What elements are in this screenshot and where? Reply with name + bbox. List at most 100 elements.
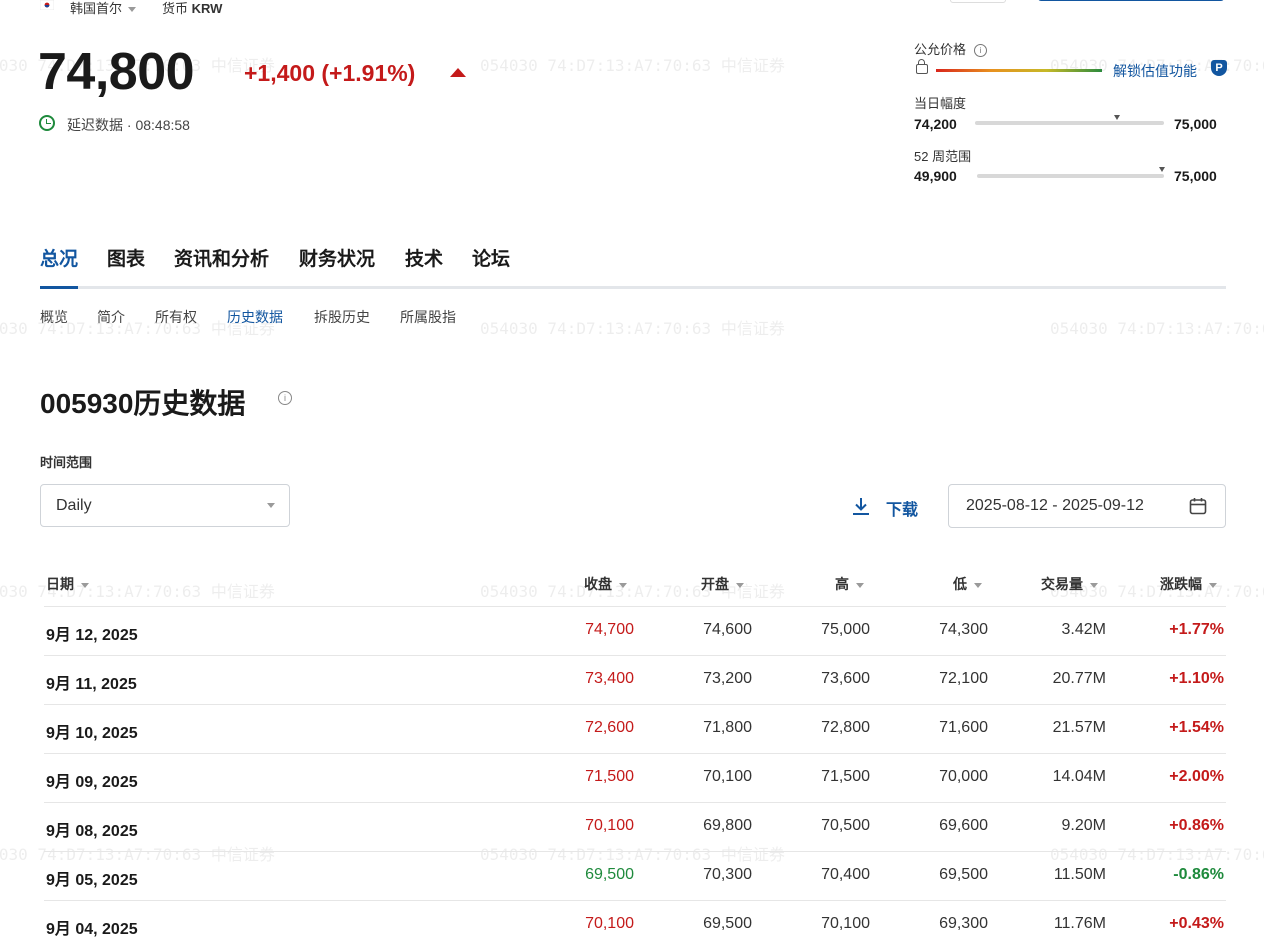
table-cell-date: 9月 10, 2025 <box>46 725 138 742</box>
table-cell-close: 69,500 <box>585 866 634 883</box>
tab-financials[interactable]: 财务状况 <box>299 244 375 271</box>
column-header-label: 日期 <box>46 576 74 592</box>
table-cell-open: 73,200 <box>703 670 752 687</box>
column-header-label: 收盘 <box>584 576 612 592</box>
table-cell-close: 70,100 <box>585 915 634 932</box>
page-title: 005930历史数据 <box>40 388 246 419</box>
table-cell-change: +2.00% <box>1169 768 1224 785</box>
unlock-valuation-link[interactable]: 解锁估值功能 <box>1113 61 1197 81</box>
sort-icon <box>1209 582 1217 588</box>
watermark-text: 054030 74:D7:13:A7:70:63 中信证券 <box>480 845 785 864</box>
sort-icon <box>1090 582 1098 588</box>
watermark-text: 054030 74:D7:13:A7:70:63 中信证券 <box>0 845 275 864</box>
row-divider <box>44 655 1226 656</box>
currency-value: KRW <box>191 1 223 16</box>
table-cell-low: 69,600 <box>939 817 988 834</box>
subtab-historical-data[interactable]: 历史数据 <box>227 307 283 327</box>
delay-timestamp: 延迟数据 · 08:48:58 <box>67 117 190 133</box>
watermark-text: 054030 74:D7:13:A7:70:63 中信证券 <box>480 319 785 338</box>
price-change: +1,400 (+1.91%) <box>244 60 416 86</box>
subtab-ownership[interactable]: 所有权 <box>155 307 197 327</box>
column-header-date[interactable]: 日期 <box>46 574 89 594</box>
watermark-text: 054030 74:D7:13:A7:70:63 中信证券 <box>1050 845 1264 864</box>
column-header-low[interactable]: 低 <box>953 574 982 594</box>
day-range-marker <box>1113 115 1120 120</box>
chevron-down-icon <box>128 7 137 13</box>
table-cell-change: +1.54% <box>1169 719 1224 736</box>
table-cell-change: -0.86% <box>1173 866 1224 883</box>
subtab-indices[interactable]: 所属股指 <box>400 307 456 327</box>
column-header-change[interactable]: 涨跌幅 <box>1160 574 1217 594</box>
download-icon[interactable] <box>851 496 871 516</box>
sort-icon <box>736 582 744 588</box>
day-range-track <box>975 121 1164 125</box>
watermark-text: 054030 74:D7:13:A7:70:63 中信证券 <box>0 582 275 601</box>
row-divider <box>44 900 1226 901</box>
table-cell-low: 70,000 <box>939 768 988 785</box>
column-header-label: 交易量 <box>1041 576 1083 592</box>
tab-technical[interactable]: 技术 <box>405 244 443 271</box>
date-range-value: 2025-08-12 - 2025-09-12 <box>966 497 1144 514</box>
table-cell-low: 69,300 <box>939 915 988 932</box>
info-icon[interactable]: i <box>974 44 988 58</box>
table-cell-low: 74,300 <box>939 621 988 638</box>
table-cell-change: +0.43% <box>1169 915 1224 932</box>
week52-range-high: 75,000 <box>1174 168 1217 184</box>
column-header-label: 涨跌幅 <box>1160 576 1202 592</box>
tab-overview[interactable]: 总况 <box>40 244 78 271</box>
download-button[interactable]: 下载 <box>886 496 918 520</box>
subtab-profile[interactable]: 简介 <box>97 307 125 327</box>
day-range-high: 75,000 <box>1174 116 1217 132</box>
table-cell-volume: 14.04M <box>1052 768 1106 785</box>
sort-icon <box>81 582 89 588</box>
up-arrow-icon <box>450 68 466 77</box>
info-icon[interactable]: i <box>278 391 292 405</box>
watermark-text: 054030 74:D7:13:A7:70:63 中信证券 <box>1050 319 1264 338</box>
tab-forum[interactable]: 论坛 <box>472 244 510 271</box>
column-header-volume[interactable]: 交易量 <box>1041 574 1098 594</box>
sort-icon <box>619 582 627 588</box>
table-cell-change: +1.77% <box>1169 621 1224 638</box>
row-divider <box>44 851 1226 852</box>
exchange-selector[interactable]: 韩国首尔 <box>70 0 137 17</box>
table-cell-low: 69,500 <box>939 866 988 883</box>
pro-badge-icon: P <box>1211 60 1227 76</box>
column-header-high[interactable]: 高 <box>835 574 864 594</box>
table-cell-volume: 11.76M <box>1053 915 1106 932</box>
subtab-split-history[interactable]: 拆股历史 <box>314 307 370 327</box>
table-cell-open: 70,300 <box>703 866 752 883</box>
week52-range-low: 49,900 <box>914 168 957 184</box>
tab-news-analysis[interactable]: 资讯和分析 <box>174 244 269 271</box>
tab-chart[interactable]: 图表 <box>107 244 145 271</box>
table-cell-open: 69,500 <box>703 915 752 932</box>
fair-value-heading: 公允价格 i <box>914 39 988 58</box>
time-range-value: Daily <box>56 497 92 514</box>
table-cell-open: 69,800 <box>703 817 752 834</box>
table-cell-high: 70,100 <box>821 915 870 932</box>
top-action-button[interactable] <box>950 0 1006 3</box>
calendar-icon[interactable] <box>1189 497 1207 515</box>
table-cell-close: 73,400 <box>585 670 634 687</box>
row-divider <box>44 606 1226 607</box>
column-header-label: 低 <box>953 576 967 592</box>
column-header-close[interactable]: 收盘 <box>584 574 627 594</box>
chevron-down-icon <box>267 503 275 508</box>
table-cell-open: 70,100 <box>703 768 752 785</box>
row-divider <box>44 753 1226 754</box>
top-primary-button[interactable] <box>1038 0 1224 1</box>
table-cell-date: 9月 11, 2025 <box>46 676 137 693</box>
table-cell-close: 74,700 <box>585 621 634 638</box>
currency-label: 货币 <box>162 1 189 16</box>
subtab-summary[interactable]: 概览 <box>40 307 68 327</box>
table-cell-volume: 3.42M <box>1061 621 1106 638</box>
column-header-open[interactable]: 开盘 <box>701 574 744 594</box>
table-cell-high: 70,500 <box>821 817 870 834</box>
table-cell-low: 71,600 <box>939 719 988 736</box>
day-range-low: 74,200 <box>914 116 957 132</box>
table-cell-date: 9月 12, 2025 <box>46 627 138 644</box>
sort-icon <box>856 582 864 588</box>
table-cell-change: +1.10% <box>1169 670 1224 687</box>
table-cell-volume: 21.57M <box>1052 719 1106 736</box>
week52-range-track <box>977 174 1164 178</box>
table-cell-date: 9月 04, 2025 <box>46 921 138 938</box>
